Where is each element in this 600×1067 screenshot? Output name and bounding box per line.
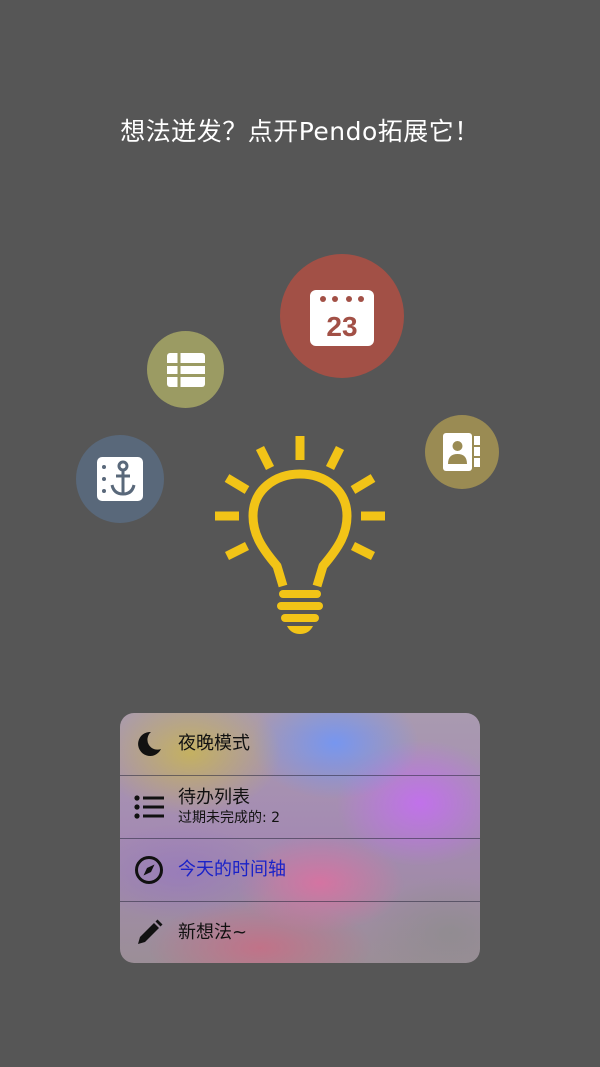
table-icon xyxy=(166,352,205,387)
quick-action-new-idea[interactable]: 新想法~ xyxy=(120,902,480,963)
quick-action-title: 新想法~ xyxy=(178,922,248,943)
compass-icon xyxy=(135,856,163,884)
anchor-notebook-icon xyxy=(97,457,143,501)
quick-action-title: 夜晚模式 xyxy=(178,733,250,754)
page-headline: 想法迸发？点开Pendo拓展它！ xyxy=(120,117,480,146)
contacts-book-icon xyxy=(443,433,480,471)
quick-action-subtitle: 过期未完成的: 2 xyxy=(178,810,281,826)
list-icon xyxy=(134,795,164,819)
quick-action-night-mode[interactable]: 夜晚模式 xyxy=(120,713,480,775)
pencil-icon xyxy=(138,919,163,944)
quick-action-title: 今天的时间轴 xyxy=(178,859,286,880)
calendar-icon: 23 xyxy=(310,290,374,346)
calendar-day: 23 xyxy=(326,311,357,342)
notebook-bubble[interactable] xyxy=(76,435,164,523)
quick-action-timeline[interactable]: 今天的时间轴 xyxy=(120,839,480,901)
lightbulb-icon xyxy=(215,436,385,634)
moon-icon xyxy=(138,731,161,756)
calendar-bubble[interactable]: 23 xyxy=(280,254,404,378)
splash-screen: 想法迸发？点开Pendo拓展它！ 23 夜晚模式 待办列表 过期未完成的: 2 … xyxy=(0,0,600,1067)
table-bubble[interactable] xyxy=(147,331,224,408)
quick-action-title: 待办列表 xyxy=(178,787,250,808)
quick-action-todo-list[interactable]: 待办列表 过期未完成的: 2 xyxy=(120,776,480,838)
quick-actions-menu: 夜晚模式 待办列表 过期未完成的: 2 今天的时间轴 新想法~ xyxy=(120,713,480,963)
contacts-bubble[interactable] xyxy=(425,415,499,489)
